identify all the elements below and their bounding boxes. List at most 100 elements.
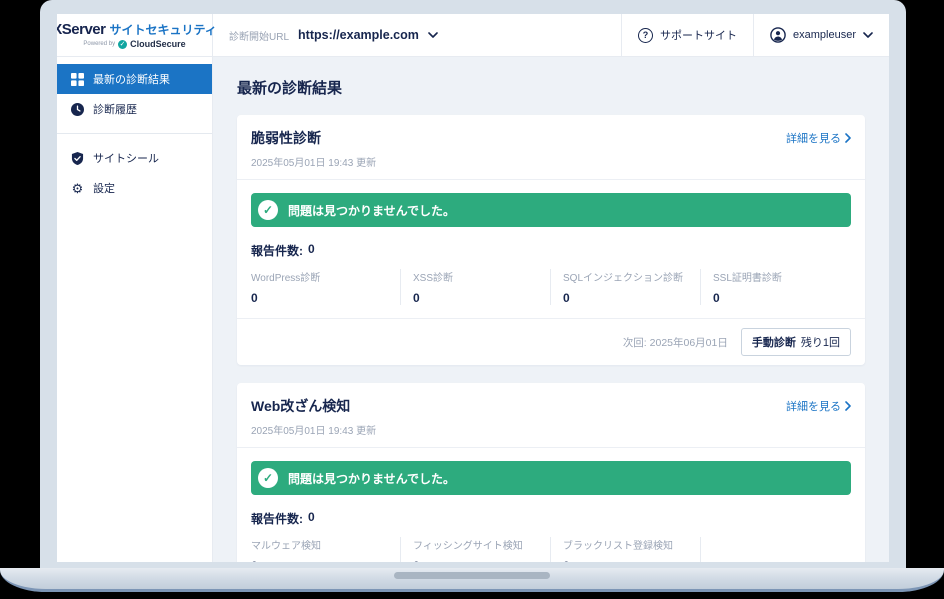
card-body: ✓ 問題は見つかりませんでした。 報告件数: 0 マルウェア検知 0: [237, 448, 865, 562]
status-banner-ok: ✓ 問題は見つかりませんでした。: [251, 193, 851, 227]
stat-label: XSS診断: [413, 269, 540, 284]
status-banner-ok: ✓ 問題は見つかりませんでした。: [251, 461, 851, 495]
sidebar: 最新の診断結果 診断履歴: [57, 57, 213, 562]
laptop-mockup: XServer サイトセキュリティ Powered by ✓ CloudSecu…: [0, 0, 944, 599]
manual-diagnosis-remaining: 残り1回: [801, 334, 840, 350]
grid-icon: [71, 73, 84, 86]
card-updated-timestamp: 2025年05月01日 19:43 更新: [251, 422, 376, 437]
stat-value: 0: [413, 559, 540, 562]
report-count-label: 報告件数:: [251, 510, 303, 527]
stat-wordpress: WordPress診断 0: [251, 269, 401, 305]
chevron-right-icon: [845, 133, 851, 143]
url-label: 診断開始URL: [229, 28, 289, 43]
cloudsecure-icon: ✓: [118, 40, 127, 49]
stat-blacklist: ブラックリスト登録検知 0: [551, 537, 701, 562]
stats-grid: WordPress診断 0 XSS診断 0 SQLインジェクション診断 0: [251, 269, 851, 318]
sidebar-item-settings[interactable]: ⚙ 設定: [57, 173, 212, 203]
details-link-label: 詳細を見る: [786, 398, 841, 414]
url-value: https://example.com: [298, 28, 419, 42]
stat-label: SQLインジェクション診断: [563, 269, 690, 284]
top-bar: XServer サイトセキュリティ Powered by ✓ CloudSecu…: [57, 14, 889, 57]
brand-name: XServer: [57, 21, 105, 38]
stat-ssl-cert: SSL証明書診断 0: [701, 269, 851, 305]
chevron-down-icon: [863, 32, 873, 38]
chevron-down-icon: [428, 32, 438, 38]
card-header-left: 脆弱性診断 2025年05月01日 19:43 更新: [251, 128, 376, 169]
laptop-screen-bezel: XServer サイトセキュリティ Powered by ✓ CloudSecu…: [40, 0, 906, 568]
chevron-right-icon: [845, 401, 851, 411]
sidebar-item-history[interactable]: 診断履歴: [57, 94, 212, 124]
shield-icon: [71, 152, 84, 165]
manual-diagnosis-label: 手動診断: [752, 334, 796, 350]
stat-xss: XSS診断 0: [401, 269, 551, 305]
sidebar-item-label: サイトシール: [93, 150, 159, 166]
stat-value: 0: [713, 291, 841, 305]
powered-by-line: Powered by ✓ CloudSecure: [83, 39, 185, 49]
stat-value: 0: [563, 291, 690, 305]
details-link[interactable]: 詳細を見る: [786, 130, 851, 146]
topbar-spacer: [454, 14, 621, 56]
card-web-tampering-detection: Web改ざん検知 2025年05月01日 19:43 更新 詳細を見る ✓: [237, 383, 865, 562]
sidebar-item-label: 設定: [93, 180, 115, 196]
card-updated-timestamp: 2025年05月01日 19:43 更新: [251, 154, 376, 169]
manual-diagnosis-button[interactable]: 手動診断 残り1回: [741, 328, 851, 356]
card-footer: 次回: 2025年06月01日 手動診断 残り1回: [237, 318, 865, 365]
stat-value: 0: [251, 291, 390, 305]
cloudsecure-name: CloudSecure: [130, 39, 186, 49]
stat-empty: [701, 537, 851, 562]
support-site-label: サポートサイト: [660, 27, 737, 43]
card-header-left: Web改ざん検知 2025年05月01日 19:43 更新: [251, 396, 376, 437]
stat-phishing: フィッシングサイト検知 0: [401, 537, 551, 562]
laptop-notch: [394, 572, 550, 579]
check-circle-icon: ✓: [258, 200, 278, 220]
brand-logo-line: XServer サイトセキュリティ: [57, 21, 217, 38]
sidebar-item-label: 最新の診断結果: [93, 71, 170, 87]
card-vulnerability-diagnosis: 脆弱性診断 2025年05月01日 19:43 更新 詳細を見る ✓: [237, 115, 865, 365]
card-body: ✓ 問題は見つかりませんでした。 報告件数: 0 WordPress診断 0: [237, 180, 865, 318]
sidebar-item-label: 診断履歴: [93, 101, 137, 117]
details-link-label: 詳細を見る: [786, 130, 841, 146]
user-menu[interactable]: exampleuser: [753, 14, 889, 56]
support-site-link[interactable]: ? サポートサイト: [621, 14, 753, 56]
sidebar-item-latest-results[interactable]: 最新の診断結果: [57, 64, 212, 94]
next-diagnosis-date: 次回: 2025年06月01日: [623, 335, 728, 350]
gear-icon: ⚙: [71, 182, 84, 195]
stat-value: 0: [563, 559, 690, 562]
main-content: 最新の診断結果 脆弱性診断 2025年05月01日 19:43 更新 詳細を見る: [213, 57, 889, 562]
help-icon: ?: [638, 28, 653, 43]
stat-label: ブラックリスト登録検知: [563, 537, 690, 552]
stat-malware: マルウェア検知 0: [251, 537, 401, 562]
card-title: Web改ざん検知: [251, 396, 376, 416]
brand-product-name: サイトセキュリティ: [109, 21, 216, 38]
stat-label: SSL証明書診断: [713, 269, 841, 284]
diagnosis-url-selector[interactable]: 診断開始URL https://example.com: [213, 14, 454, 56]
brand-logo: XServer サイトセキュリティ Powered by ✓ CloudSecu…: [57, 14, 213, 56]
report-count-row: 報告件数: 0: [251, 242, 851, 259]
report-count-value: 0: [308, 242, 315, 259]
details-link[interactable]: 詳細を見る: [786, 398, 851, 414]
stats-grid: マルウェア検知 0 フィッシングサイト検知 0 ブラックリスト登録検知 0: [251, 537, 851, 562]
stat-label: フィッシングサイト検知: [413, 537, 540, 552]
stat-value: 0: [251, 559, 390, 562]
user-avatar-icon: [770, 27, 786, 43]
sidebar-divider: [57, 133, 212, 134]
username: exampleuser: [793, 29, 856, 41]
body-row: 最新の診断結果 診断履歴: [57, 57, 889, 562]
check-circle-icon: ✓: [258, 468, 278, 488]
powered-by-label: Powered by: [83, 41, 115, 47]
status-message: 問題は見つかりませんでした。: [288, 470, 455, 487]
app-window: XServer サイトセキュリティ Powered by ✓ CloudSecu…: [57, 14, 889, 562]
report-count-row: 報告件数: 0: [251, 510, 851, 527]
card-header: Web改ざん検知 2025年05月01日 19:43 更新 詳細を見る: [237, 383, 865, 448]
clock-icon: [71, 103, 84, 116]
stat-label: マルウェア検知: [251, 537, 390, 552]
stat-sql-injection: SQLインジェクション診断 0: [551, 269, 701, 305]
card-header: 脆弱性診断 2025年05月01日 19:43 更新 詳細を見る: [237, 115, 865, 180]
card-title: 脆弱性診断: [251, 128, 376, 148]
stat-label: WordPress診断: [251, 269, 390, 284]
report-count-label: 報告件数:: [251, 242, 303, 259]
page-title: 最新の診断結果: [237, 77, 865, 98]
sidebar-item-site-seal[interactable]: サイトシール: [57, 143, 212, 173]
laptop-base: [0, 568, 944, 592]
stat-value: 0: [413, 291, 540, 305]
